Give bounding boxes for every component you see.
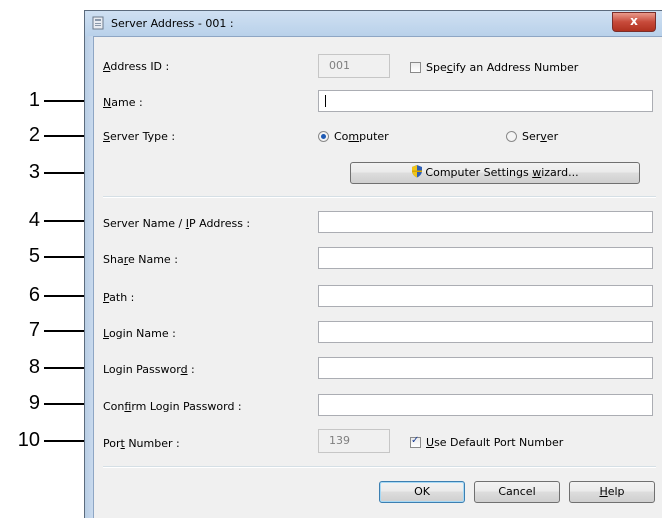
server-type-label: Server Type : [103, 130, 176, 143]
close-icon: x [630, 14, 638, 28]
address-id-value: 001 [329, 59, 350, 72]
callout-number: 7 [28, 319, 40, 341]
server-name-label: Server Name / IP Address : [103, 217, 251, 230]
text-caret [325, 95, 326, 107]
callout-number: 8 [28, 356, 40, 378]
login-password-label: Login Password : [103, 363, 195, 376]
computer-radio[interactable] [318, 131, 329, 142]
separator [103, 466, 656, 468]
callout-number: 6 [28, 284, 40, 306]
port-number-value: 139 [329, 434, 350, 447]
server-address-dialog: Server Address - 001 : x Address ID : 00… [84, 10, 662, 518]
use-default-port-label[interactable]: Use Default Port Number [426, 436, 563, 449]
callout-number: 3 [28, 161, 40, 183]
name-label: Name : [103, 96, 143, 109]
specify-address-number-label[interactable]: Specify an Address Number [426, 61, 578, 74]
title-bar[interactable]: Server Address - 001 : x [85, 11, 662, 37]
confirm-password-input[interactable] [318, 394, 653, 416]
confirm-password-label: Confirm Login Password : [103, 400, 242, 413]
share-name-input[interactable] [318, 247, 653, 269]
login-password-input[interactable] [318, 357, 653, 379]
server-radio[interactable] [506, 131, 517, 142]
address-id-field: 001 [318, 54, 390, 78]
ok-button[interactable]: OK [379, 481, 465, 503]
separator [103, 196, 656, 198]
port-number-label: Port Number : [103, 437, 180, 450]
callout-number: 1 [28, 89, 40, 111]
path-input[interactable] [318, 285, 653, 307]
server-name-input[interactable] [318, 211, 653, 233]
login-name-label: Login Name : [103, 327, 176, 340]
use-default-port-checkbox[interactable] [410, 435, 421, 448]
uac-shield-icon [412, 165, 423, 178]
close-button[interactable]: x [612, 12, 656, 32]
callout-number: 5 [28, 245, 40, 267]
server-radio-label[interactable]: Server [522, 130, 558, 143]
login-name-input[interactable] [318, 321, 653, 343]
share-name-label: Share Name : [103, 253, 178, 266]
window-title: Server Address - 001 : [111, 17, 234, 30]
callout-number: 9 [28, 392, 40, 414]
cancel-button[interactable]: Cancel [474, 481, 560, 503]
path-label: Path : [103, 291, 135, 304]
window-frame-left [85, 36, 94, 518]
computer-settings-wizard-button[interactable]: Computer Settings wizard... [350, 162, 640, 184]
help-button[interactable]: Help [569, 481, 655, 503]
port-number-field: 139 [318, 429, 390, 453]
address-id-label: Address ID : [103, 60, 170, 73]
server-address-icon [92, 16, 104, 30]
specify-address-number-checkbox[interactable] [410, 62, 421, 73]
computer-radio-label[interactable]: Computer [334, 130, 389, 143]
name-input[interactable] [318, 90, 653, 112]
callout-number: 10 [17, 429, 40, 451]
callout-number: 4 [28, 209, 40, 231]
callout-number: 2 [28, 124, 40, 146]
